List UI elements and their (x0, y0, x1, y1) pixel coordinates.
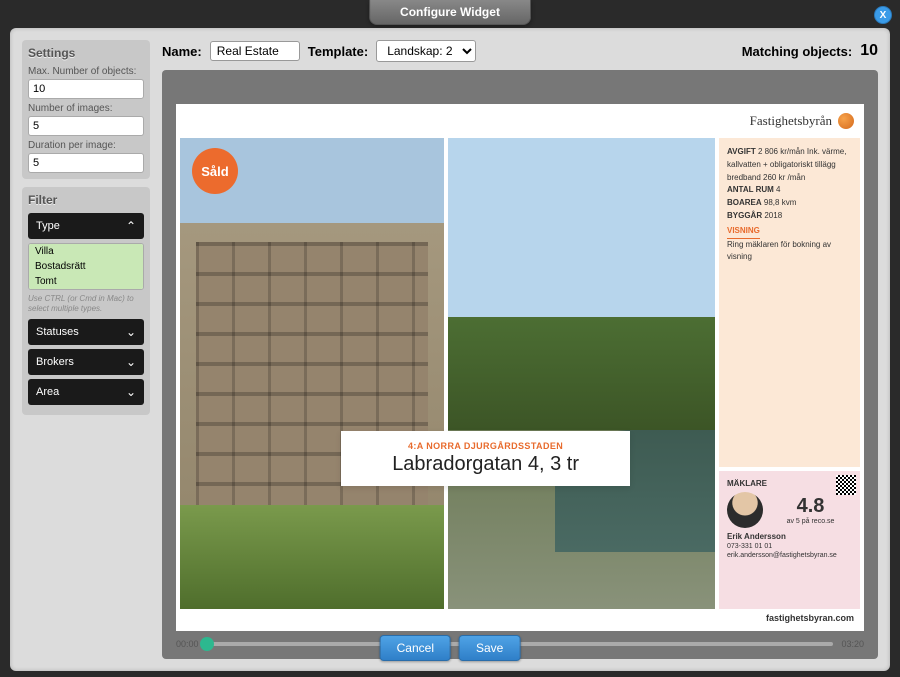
broker-phone: 073-331 01 01 (727, 542, 852, 551)
broker-box: MÄKLARE 4.8 av 5 på reco.se Erik Anderss… (719, 471, 860, 609)
byggar-value: 2018 (764, 211, 782, 220)
duration-label: Duration per image: (28, 140, 144, 151)
matching-label: Matching objects: (742, 44, 853, 59)
main-panel: Settings Max. Number of objects: Number … (10, 28, 890, 671)
settings-title: Settings (28, 46, 144, 60)
matching-count: 10 (860, 42, 878, 60)
type-hint: Use CTRL (or Cmd in Mac) to select multi… (28, 294, 144, 313)
boarea-value: 98,8 kvm (764, 198, 796, 207)
cancel-button[interactable]: Cancel (380, 635, 451, 661)
listing-title: Labradorgatan 4, 3 tr (353, 453, 618, 476)
save-button[interactable]: Save (459, 635, 520, 661)
boarea-label: BOAREA (727, 198, 762, 207)
window-title-tab: Configure Widget (369, 0, 531, 25)
broker-email: erik.andersson@fastighetsbyran.se (727, 551, 852, 560)
settings-section: Settings Max. Number of objects: Number … (22, 40, 150, 179)
title-card: 4:A NORRA DJURGÅRDSSTADEN Labradorgatan … (341, 431, 630, 486)
template-label: Template: (308, 44, 368, 59)
brand-logo-icon (838, 113, 854, 129)
chevron-down-icon: ⌄ (126, 355, 136, 369)
filter-statuses[interactable]: Statuses ⌄ (28, 319, 144, 345)
filter-area-label: Area (36, 386, 59, 398)
preview-area: Fastighetsbyrån Såld 4:A NORRA DJURGÅRDS… (162, 70, 878, 659)
chevron-up-icon: ⌃ (126, 219, 136, 233)
chevron-down-icon: ⌄ (126, 325, 136, 339)
max-objects-label: Max. Number of objects: (28, 66, 144, 77)
right-column: Name: Template: Landskap: 2 Matching obj… (162, 40, 878, 659)
brand-row: Fastighetsbyrån (176, 104, 864, 138)
qr-code-icon (836, 475, 856, 495)
type-list[interactable]: Villa Bostadsrätt Tomt (28, 243, 144, 290)
brand-text: Fastighetsbyrån (750, 113, 832, 129)
visning-label: VISNING (727, 225, 760, 239)
preview-image-left: Såld (180, 138, 444, 609)
close-button[interactable]: X (874, 6, 892, 24)
broker-rating: 4.8 (769, 495, 852, 518)
filter-type-label: Type (36, 220, 60, 232)
max-objects-input[interactable] (28, 79, 144, 99)
filter-statuses-label: Statuses (36, 326, 79, 338)
sold-badge: Såld (192, 148, 238, 194)
filter-brokers-label: Brokers (36, 356, 74, 368)
broker-rating-source: av 5 på reco.se (769, 518, 852, 525)
sidebar: Settings Max. Number of objects: Number … (22, 40, 150, 659)
listing-subtitle: 4:A NORRA DJURGÅRDSSTADEN (353, 441, 618, 451)
name-label: Name: (162, 44, 202, 59)
num-images-label: Number of images: (28, 103, 144, 114)
template-select[interactable]: Landskap: 2 (376, 40, 476, 62)
filter-title: Filter (28, 193, 144, 207)
duration-input[interactable] (28, 153, 144, 173)
timeline-thumb[interactable] (200, 637, 214, 651)
type-item-bostad[interactable]: Bostadsrätt (29, 259, 143, 274)
top-bar: Name: Template: Landskap: 2 Matching obj… (162, 40, 878, 62)
filter-section: Filter Type ⌃ Villa Bostadsrätt Tomt Use… (22, 187, 150, 415)
avgift-label: AVGIFT (727, 147, 756, 156)
visning-text: Ring mäklaren för bokning av visning (727, 239, 852, 265)
filter-type-header[interactable]: Type ⌃ (28, 213, 144, 239)
type-item-villa[interactable]: Villa (29, 244, 143, 259)
rum-label: ANTAL RUM (727, 185, 774, 194)
info-box: AVGIFT 2 806 kr/mån Ink. värme, kallvatt… (719, 138, 860, 467)
time-end: 03:20 (841, 639, 864, 649)
type-item-tomt[interactable]: Tomt (29, 274, 143, 289)
broker-avatar (727, 492, 763, 528)
broker-label: MÄKLARE (727, 479, 852, 488)
time-start: 00:00 (176, 639, 199, 649)
filter-area[interactable]: Area ⌄ (28, 379, 144, 405)
num-images-input[interactable] (28, 116, 144, 136)
broker-name: Erik Andersson (727, 532, 852, 542)
byggar-label: BYGGÅR (727, 211, 762, 220)
name-input[interactable] (210, 41, 300, 61)
footer-url: fastighetsbyran.com (176, 609, 864, 631)
bottom-buttons: Cancel Save (380, 635, 521, 661)
preview-image-right (448, 138, 715, 609)
slide-preview: Fastighetsbyrån Såld 4:A NORRA DJURGÅRDS… (176, 104, 864, 631)
filter-brokers[interactable]: Brokers ⌄ (28, 349, 144, 375)
chevron-down-icon: ⌄ (126, 385, 136, 399)
rum-value: 4 (776, 185, 780, 194)
